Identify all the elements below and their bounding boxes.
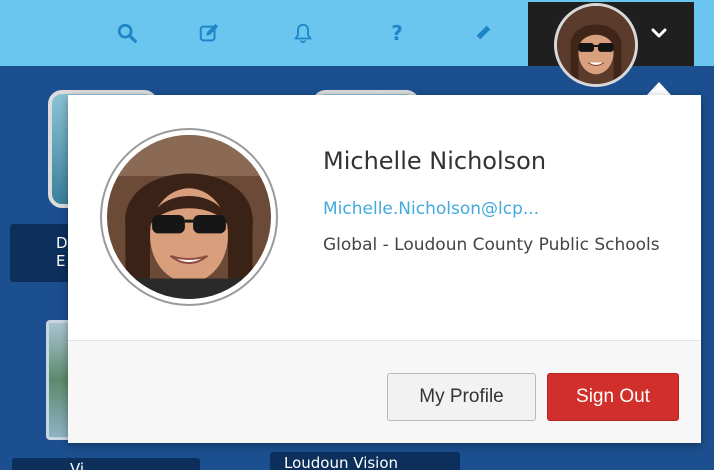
- app-tile-3-label: Vi: [12, 458, 200, 470]
- user-organization: Global - Loudoun County Public Schools: [323, 235, 660, 255]
- app-tile-1-label: D E: [10, 224, 70, 282]
- chevron-down-icon[interactable]: [646, 20, 672, 46]
- help-icon[interactable]: ?: [380, 16, 414, 50]
- sign-out-button[interactable]: Sign Out: [547, 373, 679, 421]
- user-name: Michelle Nicholson: [323, 147, 547, 175]
- bell-icon[interactable]: [286, 16, 320, 50]
- search-icon[interactable]: [110, 16, 144, 50]
- user-avatar-large: [100, 128, 278, 306]
- pencil-icon[interactable]: [466, 16, 500, 50]
- dropdown-caret: [647, 82, 671, 95]
- app-tile-4-label: Loudoun Vision: [270, 452, 460, 470]
- my-profile-button[interactable]: My Profile: [387, 373, 536, 421]
- user-avatar-small[interactable]: [554, 3, 638, 87]
- compose-icon[interactable]: [192, 16, 226, 50]
- user-email-link[interactable]: Michelle.Nicholson@lcp...: [323, 199, 539, 219]
- user-dropdown-panel: Michelle Nicholson Michelle.Nicholson@lc…: [68, 95, 701, 443]
